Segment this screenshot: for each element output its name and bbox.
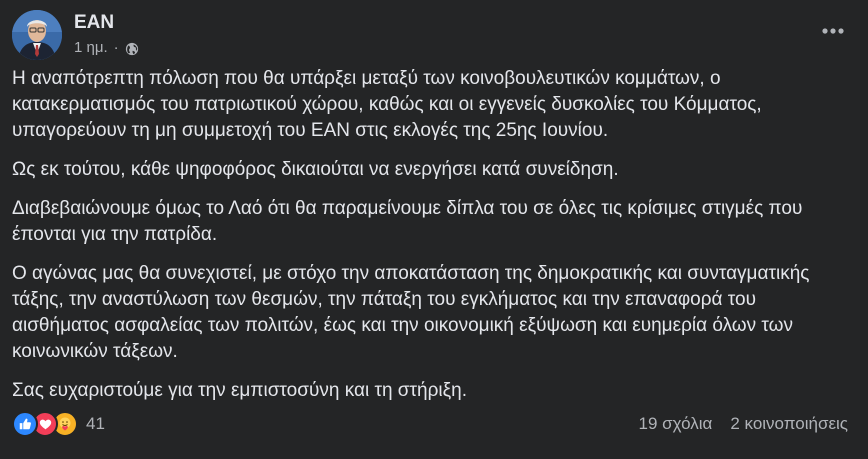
globe-icon — [125, 41, 139, 56]
post-time[interactable]: 1 ημ. — [74, 37, 108, 59]
post-footer: 41 19 σχόλια 2 κοινοποιήσεις — [12, 410, 848, 438]
separator-dot: · — [113, 39, 119, 56]
more-options-icon — [822, 28, 844, 34]
avatar[interactable] — [12, 10, 62, 60]
reaction-count: 41 — [86, 414, 105, 433]
avatar-portrait-icon — [12, 10, 62, 60]
post-paragraph: Διαβεβαιώνουμε όμως το Λαό ότι θα παραμε… — [12, 198, 803, 245]
post-header: ΕΑΝ 1 ημ. · — [12, 10, 139, 60]
reactions-summary[interactable]: 41 — [12, 411, 105, 437]
facebook-post: ΕΑΝ 1 ημ. · Η αναπότρεπτη πόλωση που θα … — [0, 0, 868, 459]
shares-count-link[interactable]: 2 κοινοποιήσεις — [730, 414, 848, 434]
more-options-button[interactable] — [818, 16, 848, 46]
comments-count-link[interactable]: 19 σχόλια — [639, 414, 713, 434]
engagement-stats: 19 σχόλια 2 κοινοποιήσεις — [639, 414, 848, 434]
post-paragraph: Η αναπότρεπτη πόλωση που θα υπάρξει μετα… — [12, 68, 762, 141]
post-paragraph: Ο αγώνας μας θα συνεχιστεί, με στόχο την… — [12, 263, 810, 362]
post-meta: ΕΑΝ 1 ημ. · — [74, 11, 139, 59]
post-paragraph: Σας ευχαριστούμε για την εμπιστοσύνη και… — [12, 380, 467, 401]
post-paragraph: Ως εκ τούτου, κάθε ψηφοφόρος δικαιούται … — [12, 159, 619, 180]
post-subline: 1 ημ. · — [74, 37, 139, 59]
post-body: Η αναπότρεπτη πόλωση που θα υπάρξει μετα… — [12, 66, 848, 417]
like-icon — [12, 411, 38, 437]
author-name[interactable]: ΕΑΝ — [74, 11, 139, 35]
